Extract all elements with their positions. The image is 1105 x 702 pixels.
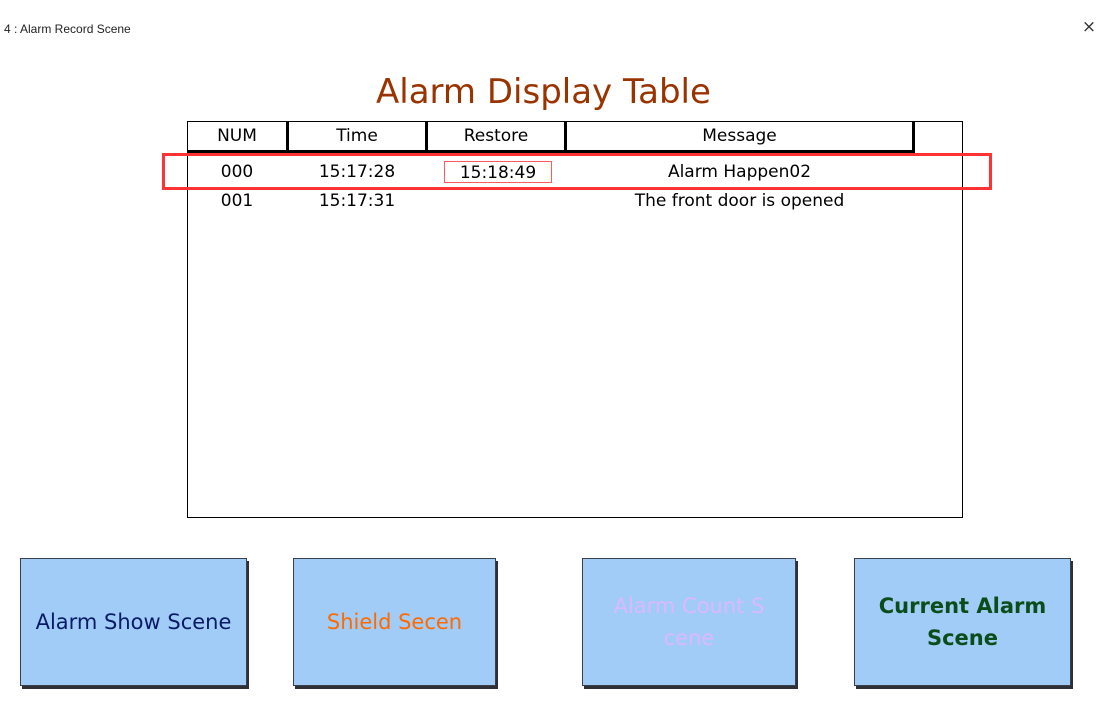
alarm-table[interactable]: NUM Time Restore Message 000 15:17:28 15… bbox=[187, 121, 963, 518]
table-row[interactable]: 000 15:17:28 15:18:49 Alarm Happen02 bbox=[188, 161, 962, 183]
current-alarm-scene-button[interactable]: Current Alarm Scene bbox=[854, 558, 1071, 686]
current-alarm-scene-label: Current Alarm Scene bbox=[878, 594, 1047, 650]
row-message: The front door is opened bbox=[634, 191, 845, 211]
window-titlebar: 4 : Alarm Record Scene × bbox=[0, 0, 1105, 40]
alarm-show-scene-button[interactable]: Alarm Show Scene bbox=[20, 558, 247, 686]
row-time: 15:17:31 bbox=[318, 191, 396, 211]
row-restore bbox=[428, 190, 564, 212]
window-title: 4 : Alarm Record Scene bbox=[4, 22, 131, 36]
column-header-time[interactable]: Time bbox=[289, 122, 425, 150]
alarm-count-scene-button[interactable]: Alarm Count S cene bbox=[582, 558, 796, 686]
column-header-num[interactable]: NUM bbox=[188, 122, 286, 150]
row-num: 001 bbox=[220, 191, 254, 211]
alarm-count-scene-label: Alarm Count S cene bbox=[613, 594, 765, 650]
alarm-show-scene-label: Alarm Show Scene bbox=[35, 610, 232, 634]
page-title: Alarm Display Table bbox=[376, 72, 711, 112]
shield-scene-label: Shield Secen bbox=[326, 610, 463, 634]
table-row[interactable]: 001 15:17:31 The front door is opened bbox=[188, 190, 962, 212]
close-icon[interactable]: × bbox=[1080, 18, 1098, 36]
row-restore: 15:18:49 bbox=[444, 161, 552, 183]
column-header-message[interactable]: Message bbox=[567, 122, 912, 150]
shield-scene-button[interactable]: Shield Secen bbox=[293, 558, 496, 686]
column-header-restore[interactable]: Restore bbox=[428, 122, 564, 150]
row-message: Alarm Happen02 bbox=[667, 162, 812, 182]
row-time: 15:17:28 bbox=[318, 162, 396, 182]
row-num: 000 bbox=[220, 162, 254, 182]
